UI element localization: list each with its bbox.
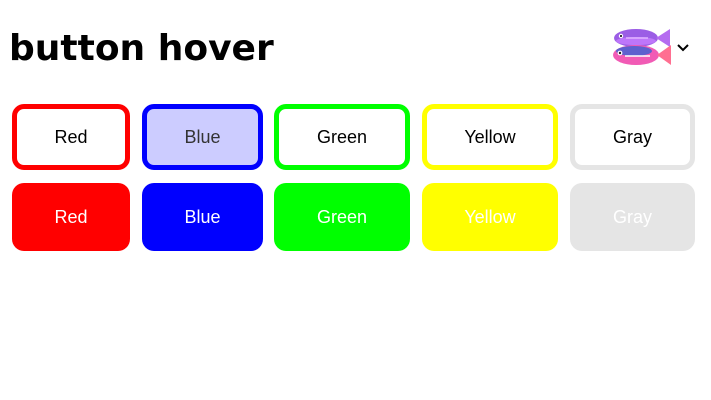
chevron-down-icon [677,44,689,52]
outline-button-blue[interactable]: Blue [142,104,263,170]
solid-button-blue[interactable]: Blue [142,183,263,251]
button-label: Green [316,206,368,227]
account-menu[interactable] [608,25,692,71]
page-title: button hover [9,28,274,69]
outline-button-yellow[interactable]: Yellow [422,104,558,170]
solid-button-green[interactable]: Green [274,183,410,251]
outline-button-green[interactable]: Green [274,104,410,170]
button-label: Red [54,206,88,227]
solid-button-red[interactable]: Red [12,183,130,251]
button-label: Yellow [464,126,516,147]
button-label: Yellow [464,206,516,227]
solid-button-gray[interactable]: Gray [570,183,695,251]
button-label: Green [316,126,368,147]
solid-button-yellow[interactable]: Yellow [422,183,558,251]
button-label: Gray [612,126,652,147]
button-label: Blue [184,126,221,147]
button-label: Red [54,126,88,147]
outline-button-gray[interactable]: Gray [570,104,695,170]
button-label: Gray [612,206,652,227]
button-label: Blue [184,206,221,227]
outline-button-red[interactable]: Red [12,104,130,170]
